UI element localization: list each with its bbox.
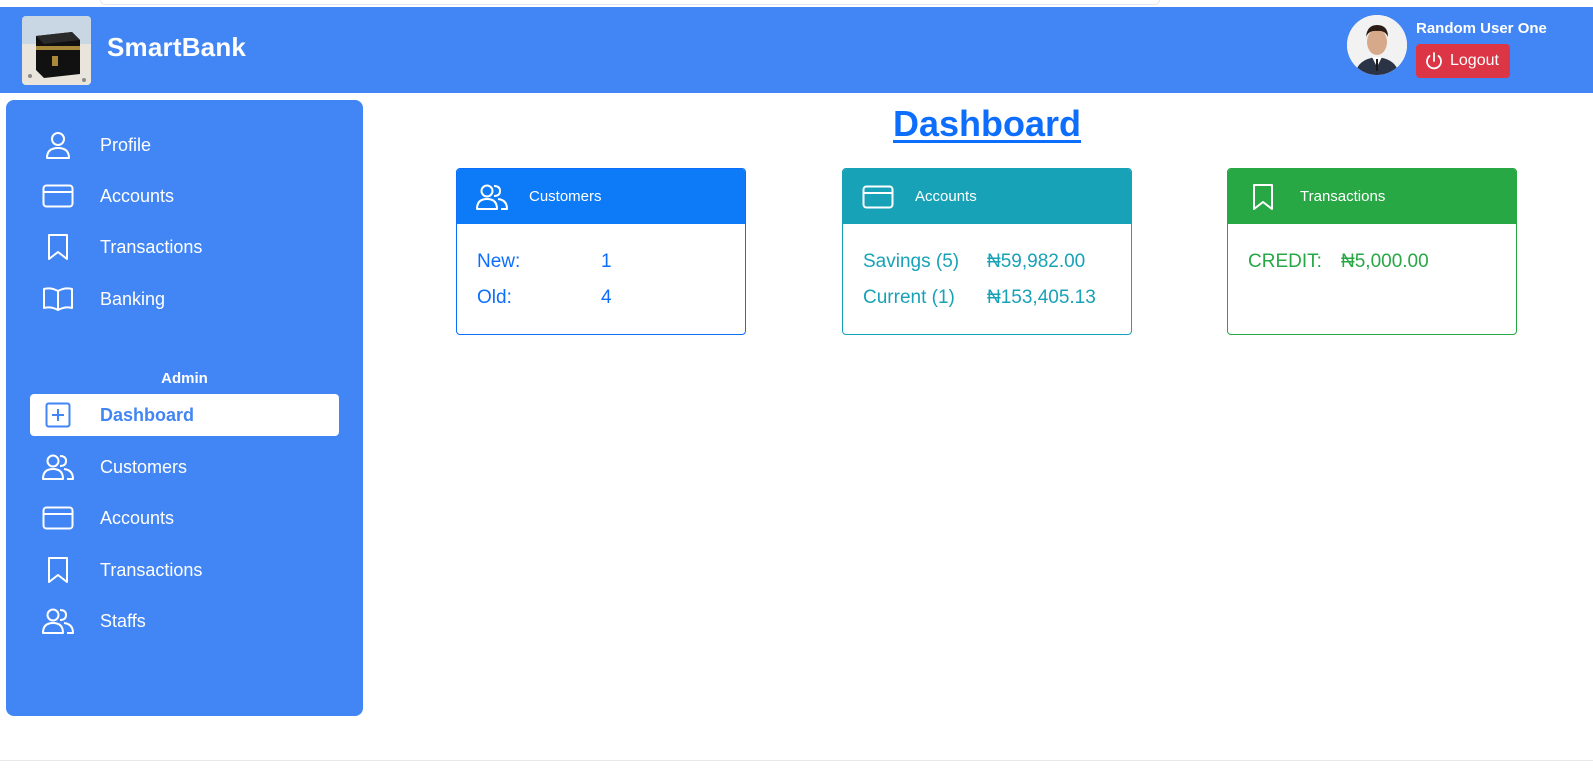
sidebar-item-label: Accounts — [100, 185, 175, 206]
card-header: Accounts — [843, 169, 1131, 224]
stat-value: 1 — [601, 251, 612, 272]
card-header: Customers — [457, 169, 745, 224]
brand-name[interactable]: SmartBank — [107, 32, 246, 63]
logo-image — [22, 16, 91, 85]
card-body: Savings (5) ₦59,982.00 Current (1) ₦153,… — [843, 224, 1131, 334]
user-avatar — [1347, 15, 1407, 75]
sidebar-item-label: Dashboard — [100, 404, 195, 425]
stat-row: Current (1) ₦153,405.13 — [863, 280, 1111, 316]
stat-row: New: 1 — [477, 244, 725, 280]
sidebar-item-dashboard[interactable]: Dashboard — [30, 394, 339, 436]
person-icon — [40, 129, 76, 161]
card-title: Customers — [529, 188, 602, 205]
credit-card-icon — [40, 180, 76, 212]
customers-card: Customers New: 1 Old: 4 — [456, 168, 746, 335]
sidebar-item-admin-transactions[interactable]: Transactions — [30, 549, 339, 591]
stat-value: ₦5,000.00 — [1341, 251, 1429, 272]
stat-label: New: — [477, 251, 521, 272]
card-title: Transactions — [1300, 188, 1386, 205]
sidebar-item-label: Banking — [100, 288, 166, 309]
power-icon — [1426, 52, 1442, 70]
sidebar-item-staffs[interactable]: Staffs — [30, 600, 339, 642]
sidebar-item-banking[interactable]: Banking — [30, 278, 339, 320]
sidebar-item-admin-accounts[interactable]: Accounts — [30, 497, 339, 539]
stat-label: Current (1) — [863, 287, 955, 308]
stat-value: ₦153,405.13 — [987, 287, 1096, 308]
bookmark-icon — [40, 554, 76, 586]
plus-square-icon — [40, 399, 76, 431]
sidebar-item-label: Profile — [100, 134, 152, 155]
sidebar-item-accounts[interactable]: Accounts — [30, 175, 339, 217]
logout-label: Logout — [1450, 52, 1499, 69]
card-title: Accounts — [915, 188, 977, 205]
stat-label: CREDIT: — [1248, 251, 1322, 272]
stat-value: 4 — [601, 287, 612, 308]
stat-label: Old: — [477, 287, 512, 308]
sidebar-item-transactions[interactable]: Transactions — [30, 226, 339, 268]
credit-card-icon — [40, 502, 76, 534]
card-body: CREDIT: ₦5,000.00 — [1228, 224, 1516, 300]
top-navbar: SmartBank Random User One Logout — [0, 7, 1593, 93]
bookmark-icon — [1246, 183, 1280, 211]
sidebar-item-customers[interactable]: Customers — [30, 446, 339, 488]
card-header: Transactions — [1228, 169, 1516, 224]
stat-row: Old: 4 — [477, 280, 725, 316]
sidebar-item-label: Accounts — [100, 507, 175, 528]
sidebar-item-label: Staffs — [100, 610, 146, 631]
sidebar: Profile Accounts Transactions Banking Ad… — [6, 100, 363, 716]
logout-button[interactable]: Logout — [1416, 44, 1510, 78]
stat-row: Savings (5) ₦59,982.00 — [863, 244, 1111, 280]
people-icon — [40, 451, 76, 483]
card-body: New: 1 Old: 4 — [457, 224, 745, 334]
page-bottom-divider — [0, 760, 1593, 761]
people-icon — [475, 183, 509, 211]
book-icon — [40, 283, 76, 315]
browser-tab-edge — [100, 0, 1160, 5]
transactions-card: Transactions CREDIT: ₦5,000.00 — [1227, 168, 1517, 335]
sidebar-item-profile[interactable]: Profile — [30, 124, 339, 166]
accounts-card: Accounts Savings (5) ₦59,982.00 Current … — [842, 168, 1132, 335]
sidebar-item-label: Transactions — [100, 559, 203, 580]
stat-row: CREDIT: ₦5,000.00 — [1248, 244, 1496, 280]
people-icon — [40, 605, 76, 637]
page-title[interactable]: Dashboard — [893, 103, 1081, 145]
sidebar-item-label: Customers — [100, 456, 188, 477]
admin-heading: Admin — [161, 370, 208, 387]
credit-card-icon — [861, 185, 895, 209]
stat-value: ₦59,982.00 — [987, 251, 1086, 272]
user-name: Random User One — [1416, 20, 1547, 37]
stat-label: Savings (5) — [863, 251, 960, 272]
sidebar-item-label: Transactions — [100, 236, 203, 257]
bookmark-icon — [40, 231, 76, 263]
